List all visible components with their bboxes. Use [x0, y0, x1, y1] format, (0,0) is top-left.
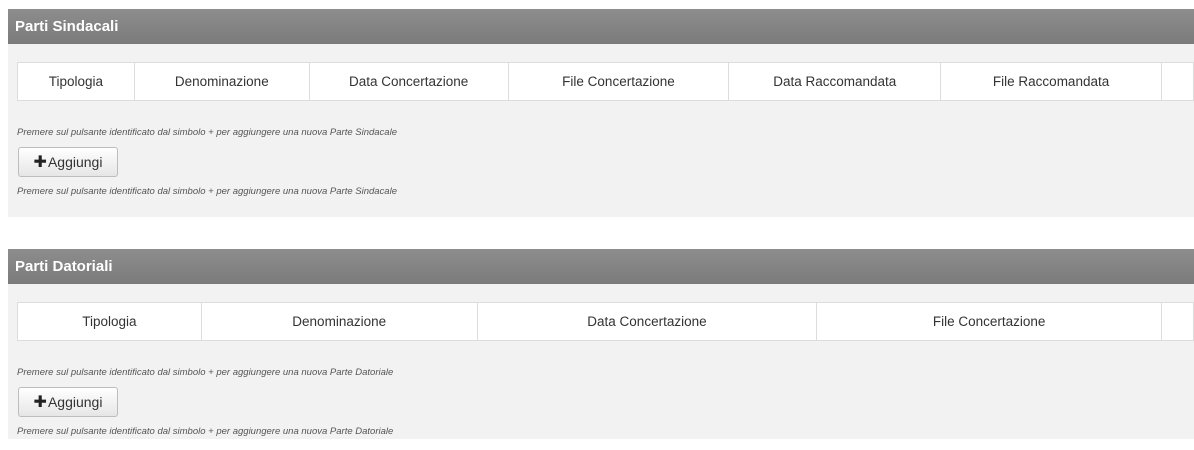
- plus-icon: ✚: [33, 394, 47, 411]
- column-header-file-concertazione[interactable]: File Concertazione: [507, 62, 730, 101]
- hint-text-bottom: Premere sul pulsante identificato dal si…: [17, 186, 397, 197]
- column-header-data-concertazione[interactable]: Data Concertazione: [476, 302, 818, 341]
- panel-title: Parti Datoriali: [8, 249, 1194, 284]
- hint-text-top: Premere sul pulsante identificato dal si…: [17, 367, 394, 378]
- hint-text-top: Premere sul pulsante identificato dal si…: [17, 127, 397, 138]
- panel-parti-sindacali: Parti Sindacali Tipologia Denominazione …: [8, 9, 1194, 217]
- hint-text-bottom: Premere sul pulsante identificato dal si…: [17, 426, 394, 437]
- plus-icon: ✚: [33, 154, 47, 171]
- panel-title: Parti Sindacali: [8, 9, 1194, 44]
- column-header-denominazione[interactable]: Denominazione: [200, 302, 478, 341]
- panel-parti-datoriali: Parti Datoriali Tipologia Denominazione …: [8, 249, 1194, 439]
- column-header-actions: [1161, 302, 1194, 341]
- table-container: Tipologia Denominazione Data Concertazio…: [17, 302, 1194, 341]
- table-header-row: Tipologia Denominazione Data Concertazio…: [17, 302, 1194, 341]
- add-parte-datoriale-button[interactable]: ✚ Aggiungi: [18, 387, 118, 417]
- table-container: Tipologia Denominazione Data Concertazio…: [17, 62, 1194, 101]
- table-header-row: Tipologia Denominazione Data Concertazio…: [17, 62, 1194, 101]
- column-header-file-concertazione[interactable]: File Concertazione: [816, 302, 1163, 341]
- datoriali-table: Tipologia Denominazione Data Concertazio…: [17, 302, 1194, 341]
- column-header-file-raccomandata[interactable]: File Raccomandata: [940, 62, 1162, 101]
- column-header-actions: [1160, 62, 1194, 101]
- column-header-data-raccomandata[interactable]: Data Raccomandata: [728, 62, 942, 101]
- add-button-label: Aggiungi: [47, 154, 103, 170]
- sindacali-table: Tipologia Denominazione Data Concertazio…: [17, 62, 1194, 101]
- add-parte-sindacale-button[interactable]: ✚ Aggiungi: [18, 147, 118, 177]
- column-header-tipologia[interactable]: Tipologia: [17, 62, 135, 101]
- column-header-data-concertazione[interactable]: Data Concertazione: [308, 62, 509, 101]
- column-header-denominazione[interactable]: Denominazione: [133, 62, 310, 101]
- column-header-tipologia[interactable]: Tipologia: [17, 302, 202, 341]
- add-button-label: Aggiungi: [47, 394, 103, 410]
